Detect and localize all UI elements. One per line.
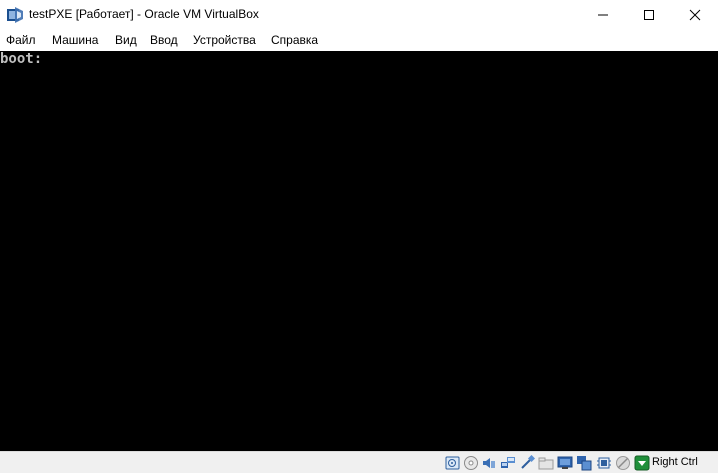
network-icon[interactable] [500,455,516,471]
maximize-icon [644,10,654,20]
virtualbox-icon[interactable] [6,6,24,24]
console-prompt: boot: [0,51,43,67]
menu-machine[interactable]: Машина [52,33,98,47]
close-icon [689,9,701,21]
shared-folders-icon[interactable] [538,455,554,471]
menu-devices[interactable]: Устройства [193,33,256,47]
close-button[interactable] [672,0,718,30]
vm-display[interactable]: boot: [0,51,718,451]
window-title: testPXE [Работает] - Oracle VM VirtualBo… [29,7,259,21]
host-key-arrow-icon[interactable] [634,455,650,471]
hard-disk-icon[interactable] [445,455,461,471]
menu-input[interactable]: Ввод [150,33,178,47]
menu-view[interactable]: Вид [115,33,137,47]
video-capture-icon[interactable] [576,455,592,471]
menu-file[interactable]: Файл [6,33,36,47]
minimize-icon [598,14,608,16]
menu-help[interactable]: Справка [271,33,318,47]
maximize-button[interactable] [626,0,672,30]
menu-bar: Файл Машина Вид Ввод Устройства Справка [0,30,718,52]
status-bar: Right Ctrl [0,451,718,473]
host-key-label: Right Ctrl [652,456,698,468]
display-icon[interactable] [557,455,573,471]
audio-icon[interactable] [481,455,497,471]
cpu-icon[interactable] [596,455,612,471]
usb-icon[interactable] [519,454,536,471]
minimize-button[interactable] [580,0,626,30]
optical-drive-icon[interactable] [463,455,479,471]
title-bar: testPXE [Работает] - Oracle VM VirtualBo… [0,0,718,30]
mouse-integration-icon[interactable] [615,455,631,471]
